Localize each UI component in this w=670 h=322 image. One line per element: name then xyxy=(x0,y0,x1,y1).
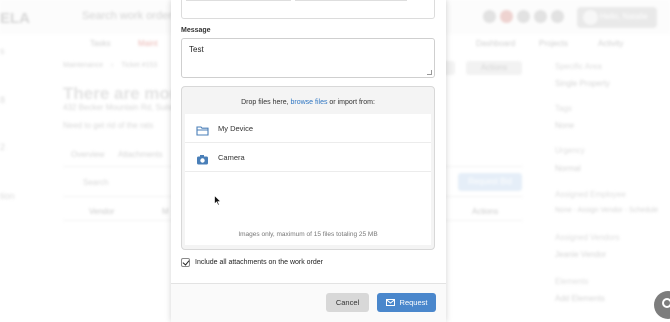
upload-source-list: My Device Camera xyxy=(185,114,431,172)
field-segment xyxy=(295,0,407,1)
upload-prompt-text: or import from: xyxy=(327,99,375,106)
resize-handle[interactable] xyxy=(427,70,432,75)
mouse-cursor-icon xyxy=(214,193,222,211)
message-textarea[interactable]: Test xyxy=(181,38,435,78)
source-label: Camera xyxy=(218,152,245,162)
upload-limits-note: Images only, maximum of 15 files totalin… xyxy=(238,231,378,238)
include-attachments-checkbox[interactable] xyxy=(181,258,190,267)
source-label: My Device xyxy=(218,123,254,133)
include-attachments-row[interactable]: Include all attachments on the work orde… xyxy=(181,258,323,267)
help-icon xyxy=(662,298,670,308)
browse-files-link[interactable]: browse files xyxy=(291,99,328,106)
message-value: Test xyxy=(189,45,204,54)
request-button[interactable]: Request xyxy=(377,293,436,312)
upload-prompt-text: Drop files here, xyxy=(241,99,291,106)
folder-icon xyxy=(196,123,209,136)
field-segment xyxy=(186,0,291,1)
include-attachments-label[interactable]: Include all attachments on the work orde… xyxy=(195,259,323,266)
source-my-device[interactable]: My Device xyxy=(185,114,431,143)
upload-prompt: Drop files here, browse files or import … xyxy=(182,87,434,112)
request-bid-modal: Message Test Drop files here, browse fil… xyxy=(171,0,446,322)
modal-footer: Cancel Request xyxy=(171,283,446,322)
previous-field[interactable] xyxy=(181,0,435,19)
file-upload-area[interactable]: Drop files here, browse files or import … xyxy=(181,86,435,250)
envelope-icon xyxy=(385,299,395,306)
camera-icon xyxy=(196,152,209,164)
request-button-label: Request xyxy=(399,298,428,307)
cancel-button[interactable]: Cancel xyxy=(326,293,369,312)
message-label: Message xyxy=(181,27,211,34)
source-camera[interactable]: Camera xyxy=(185,143,431,172)
